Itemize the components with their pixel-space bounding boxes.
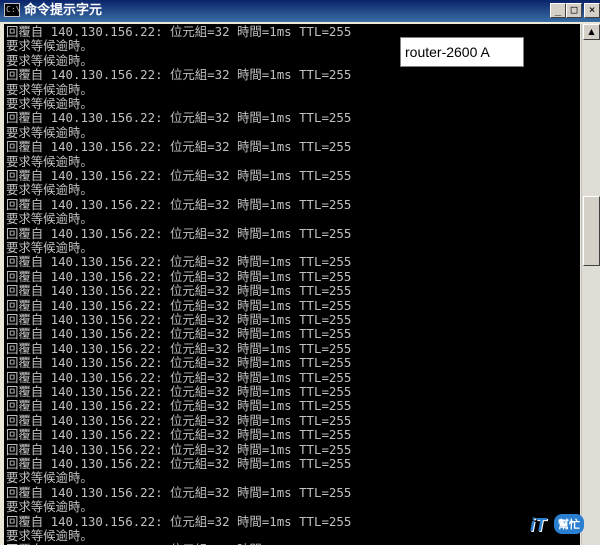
console-line: 回覆自 140.130.156.22: 位元組=32 時間=1ms TTL=25… <box>6 441 352 457</box>
console-line: 回覆自 140.130.156.22: 位元組=32 時間=1ms TTL=25… <box>6 484 352 500</box>
console-line: 要求等候逾時。 <box>6 96 93 111</box>
router-name-label: router-2600 A <box>400 37 524 67</box>
console-line: 回覆自 140.130.156.22: 位元組=32 時間=1ms TTL=25… <box>6 254 352 270</box>
console-line: 要求等候逾時。 <box>6 528 93 543</box>
console-line: 回覆自 140.130.156.22: 位元組=32 時間=1ms TTL=25… <box>6 67 352 83</box>
console-line: 要求等候逾時。 <box>6 81 93 97</box>
console-line: 回覆自 140.130.156.22: 位元組=32 時間=1ms TTL=25… <box>6 427 352 443</box>
console-line: 要求等候逾時。 <box>6 211 93 227</box>
console-line: 回覆自 140.130.156.22: 位元組=32 時間=1ms TTL=25… <box>6 139 352 155</box>
console-line: 回覆自 140.130.156.22: 位元組=32 時間=1ms TTL=25… <box>6 412 352 428</box>
vertical-scrollbar[interactable]: ▲ <box>581 24 600 545</box>
console-line: 回覆自 140.130.156.22: 位元組=32 時間=1ms TTL=25… <box>6 326 352 342</box>
console-line: 要求等候逾時。 <box>6 470 93 486</box>
console-line: 回覆自 140.130.156.22: 位元組=32 時間=1ms TTL=25… <box>6 384 352 399</box>
console-app-icon[interactable]: C:\ <box>4 3 20 17</box>
command-prompt-window: C:\ 命令提示字元 _ □ × 回覆自 140.130.156.22: 位元組… <box>0 0 600 545</box>
console-line: 回覆自 140.130.156.22: 位元組=32 時間=1ms TTL=25… <box>6 168 352 183</box>
console-line: 回覆自 140.130.156.22: 位元組=32 時間=1ms TTL=25… <box>6 110 352 126</box>
console-line: 回覆自 140.130.156.22: 位元組=32 時間=1ms TTL=25… <box>6 196 352 212</box>
console-line: 回覆自 140.130.156.22: 位元組=32 時間=1ms TTL=25… <box>6 24 352 39</box>
console-line: 要求等候逾時。 <box>6 124 93 140</box>
console-line: 回覆自 140.130.156.22: 位元組=32 時間=1ms TTL=25… <box>6 355 352 371</box>
console-line: 要求等候逾時。 <box>6 240 93 255</box>
console-line: 回覆自 140.130.156.22: 位元組=32 時間=1ms TTL=25… <box>6 398 352 414</box>
console-line: 回覆自 140.130.156.22: 位元組=32 時間=1ms TTL=25… <box>6 369 352 385</box>
console-line: 回覆自 140.130.156.22: 位元組=32 時間=1ms TTL=25… <box>6 513 352 529</box>
console-output[interactable]: 回覆自 140.130.156.22: 位元組=32 時間=1ms TTL=25… <box>4 24 580 545</box>
maximize-button[interactable]: □ <box>566 3 582 18</box>
watermark-logo-text: iT <box>530 515 546 535</box>
title-bar[interactable]: C:\ 命令提示字元 _ □ × <box>0 0 600 22</box>
console-app-icon-text: C:\ <box>6 5 21 14</box>
console-line: 回覆自 140.130.156.22: 位元組=32 時間=1ms TTL=25… <box>6 283 352 299</box>
console-line: 回覆自 140.130.156.22: 位元組=32 時間=1ms TTL=25… <box>6 225 352 241</box>
console-line: 回覆自 140.130.156.22: 位元組=32 時間=1ms TTL=25… <box>6 297 352 313</box>
window-title: 命令提示字元 <box>24 3 103 18</box>
watermark-caption: 幫忙 <box>554 514 584 534</box>
console-line: 回覆自 140.130.156.22: 位元組=32 時間=1ms TTL=25… <box>6 340 352 356</box>
console-line: 回覆自 140.130.156.22: 位元組=32 時間=1ms TTL=25… <box>6 456 352 471</box>
scroll-up-arrow-icon[interactable]: ▲ <box>583 24 600 40</box>
console-line: 要求等候逾時。 <box>6 52 93 68</box>
scrollbar-thumb[interactable] <box>583 196 600 266</box>
console-line: 要求等候逾時。 <box>6 499 93 515</box>
console-line: 要求等候逾時。 <box>6 182 93 198</box>
console-line: 回覆自 140.130.156.22: 位元組=32 時間=1ms TTL=25… <box>6 312 352 327</box>
console-line: 要求等候逾時。 <box>6 38 93 54</box>
minimize-button[interactable]: _ <box>550 3 566 18</box>
console-line: 回覆自 140.130.156.22: 位元組=32 時間=1ms TTL=25… <box>6 268 352 284</box>
console-line: 要求等候逾時。 <box>6 153 93 169</box>
ithome-watermark-logo: iT 幫忙 <box>530 512 592 542</box>
close-button[interactable]: × <box>584 3 600 18</box>
